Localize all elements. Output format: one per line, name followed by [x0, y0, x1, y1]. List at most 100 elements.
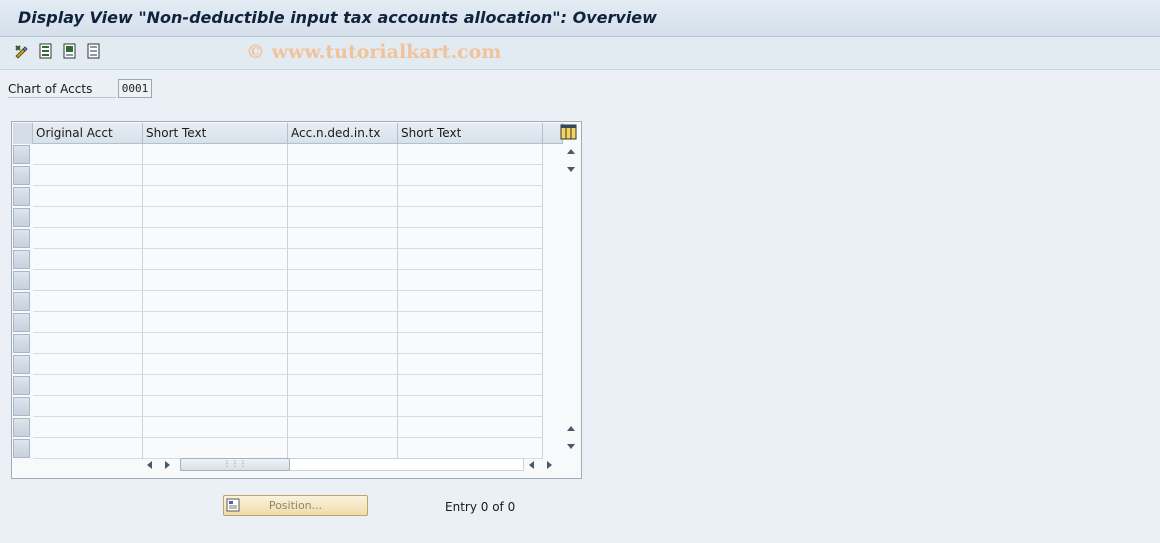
- table-cell[interactable]: [398, 228, 543, 249]
- row-selector[interactable]: [13, 376, 30, 395]
- column-header-acc-n-ded-in-tx[interactable]: Acc.n.ded.in.tx: [288, 123, 398, 144]
- table-cell[interactable]: [143, 312, 288, 333]
- scroll-far-right-icon[interactable]: [547, 461, 552, 469]
- table-cell[interactable]: [33, 249, 143, 270]
- select-all-rows-header[interactable]: [13, 123, 33, 144]
- entry-counter: Entry 0 of 0: [445, 500, 516, 514]
- table-cell[interactable]: [33, 270, 143, 291]
- table-cell[interactable]: [288, 249, 398, 270]
- table-cell[interactable]: [33, 228, 143, 249]
- row-selector[interactable]: [13, 334, 30, 353]
- chart-of-accounts-label: Chart of Accts: [8, 81, 116, 98]
- table-cell[interactable]: [33, 312, 143, 333]
- table-cell[interactable]: [398, 354, 543, 375]
- table-cell[interactable]: [33, 144, 143, 165]
- table-cell[interactable]: [398, 333, 543, 354]
- row-selector[interactable]: [13, 439, 30, 458]
- row-selector[interactable]: [13, 397, 30, 416]
- table-cell[interactable]: [288, 270, 398, 291]
- row-selector[interactable]: [13, 355, 30, 374]
- position-button[interactable]: Position...: [223, 495, 368, 516]
- column-header-original-acct[interactable]: Original Acct: [33, 123, 143, 144]
- table-cell[interactable]: [143, 270, 288, 291]
- watermark-text: © www.tutorialkart.com: [246, 41, 502, 63]
- select-block-icon[interactable]: [62, 43, 78, 59]
- table-cell[interactable]: [143, 228, 288, 249]
- table-cell[interactable]: [398, 375, 543, 396]
- row-selector[interactable]: [13, 208, 30, 227]
- table-cell[interactable]: [143, 165, 288, 186]
- table-cell[interactable]: [398, 186, 543, 207]
- table-cell[interactable]: [143, 186, 288, 207]
- change-display-icon[interactable]: [14, 43, 30, 59]
- table-cell[interactable]: [288, 417, 398, 438]
- table-cell[interactable]: [288, 375, 398, 396]
- table-cell[interactable]: [33, 186, 143, 207]
- table-cell[interactable]: [398, 291, 543, 312]
- table-cell[interactable]: [398, 417, 543, 438]
- horizontal-scrollbar[interactable]: ⋮⋮⋮: [142, 456, 562, 474]
- table-cell[interactable]: [143, 291, 288, 312]
- table-cell[interactable]: [143, 354, 288, 375]
- table-cell[interactable]: [398, 165, 543, 186]
- table-cell[interactable]: [33, 396, 143, 417]
- chart-of-accounts-field[interactable]: 0001: [118, 79, 152, 98]
- row-selector[interactable]: [13, 271, 30, 290]
- horizontal-scroll-thumb[interactable]: ⋮⋮⋮: [180, 458, 290, 471]
- table-cell[interactable]: [143, 207, 288, 228]
- table-cell[interactable]: [143, 249, 288, 270]
- column-header-short-text-2[interactable]: Short Text: [398, 123, 543, 144]
- table-cell[interactable]: [288, 207, 398, 228]
- table-cell[interactable]: [288, 165, 398, 186]
- table-cell[interactable]: [398, 312, 543, 333]
- scroll-down-icon[interactable]: [567, 167, 575, 172]
- table-cell[interactable]: [288, 333, 398, 354]
- row-selector[interactable]: [13, 250, 30, 269]
- row-selector[interactable]: [13, 166, 30, 185]
- table-cell[interactable]: [33, 438, 143, 459]
- table-cell[interactable]: [33, 375, 143, 396]
- scroll-left-icon[interactable]: [147, 461, 152, 469]
- table-cell[interactable]: [143, 375, 288, 396]
- table-cell[interactable]: [143, 417, 288, 438]
- table-cell[interactable]: [288, 354, 398, 375]
- row-selector[interactable]: [13, 292, 30, 311]
- table-cell[interactable]: [398, 249, 543, 270]
- table-cell[interactable]: [143, 396, 288, 417]
- row-selector[interactable]: [13, 313, 30, 332]
- table-settings-icon[interactable]: [560, 124, 578, 141]
- table-cell[interactable]: [288, 396, 398, 417]
- scroll-page-up-icon[interactable]: [567, 426, 575, 431]
- table-cell[interactable]: [143, 333, 288, 354]
- row-selector[interactable]: [13, 229, 30, 248]
- table-cell[interactable]: [33, 354, 143, 375]
- scroll-page-down-icon[interactable]: [567, 444, 575, 449]
- application-toolbar: © www.tutorialkart.com: [0, 37, 1160, 70]
- table-cell[interactable]: [398, 396, 543, 417]
- deselect-all-icon[interactable]: [86, 43, 102, 59]
- column-header-short-text[interactable]: Short Text: [143, 123, 288, 144]
- select-all-icon[interactable]: [38, 43, 54, 59]
- table-cell[interactable]: [143, 144, 288, 165]
- scroll-far-left-icon[interactable]: [529, 461, 534, 469]
- table-cell[interactable]: [398, 144, 543, 165]
- table-cell[interactable]: [33, 417, 143, 438]
- row-selector[interactable]: [13, 187, 30, 206]
- row-selector[interactable]: [13, 145, 30, 164]
- scroll-right-icon[interactable]: [165, 461, 170, 469]
- table-cell[interactable]: [288, 228, 398, 249]
- table-cell[interactable]: [398, 270, 543, 291]
- table-cell[interactable]: [288, 144, 398, 165]
- table-cell[interactable]: [398, 207, 543, 228]
- table-cell[interactable]: [33, 165, 143, 186]
- table-cell[interactable]: [288, 312, 398, 333]
- row-selector[interactable]: [13, 418, 30, 437]
- table-cell[interactable]: [288, 291, 398, 312]
- table-control: Original Acct Short Text Acc.n.ded.in.tx…: [11, 121, 582, 479]
- table-cell[interactable]: [33, 207, 143, 228]
- table-cell[interactable]: [33, 333, 143, 354]
- table-cell[interactable]: [33, 291, 143, 312]
- table-cell[interactable]: [288, 186, 398, 207]
- scroll-up-icon[interactable]: [567, 149, 575, 154]
- vertical-scrollbar[interactable]: [563, 144, 580, 456]
